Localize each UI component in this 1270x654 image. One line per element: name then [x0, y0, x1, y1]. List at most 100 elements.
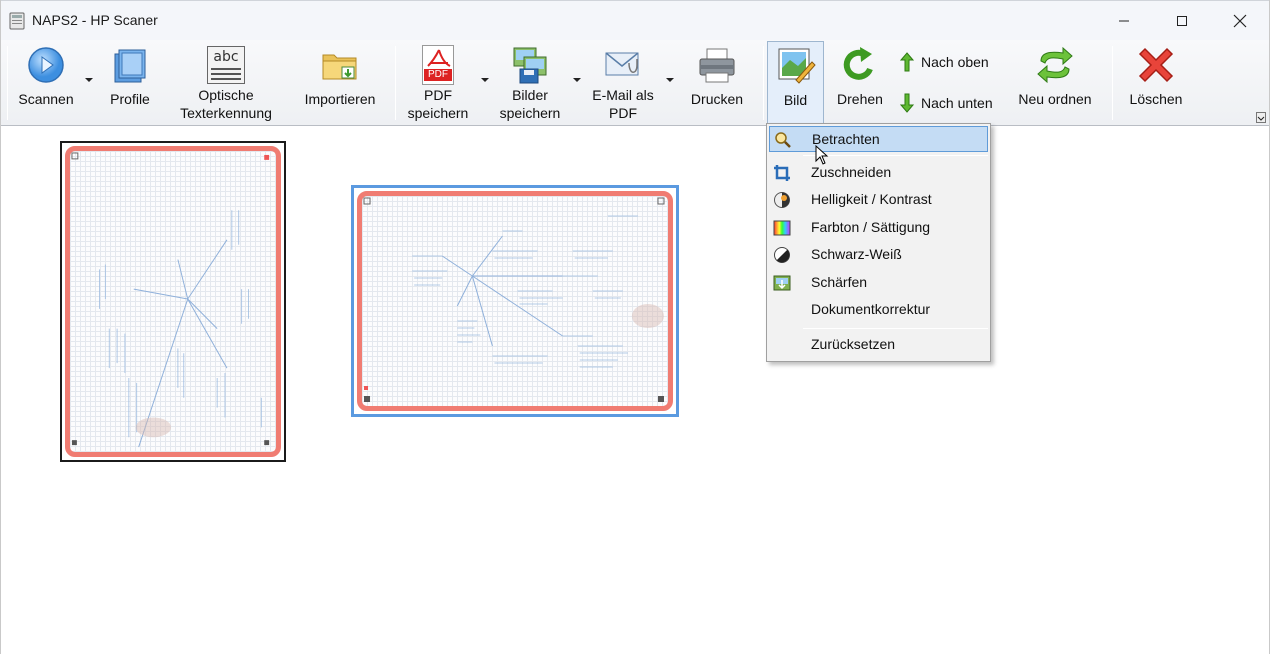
image-label: Bild — [783, 92, 808, 108]
rotate-icon — [843, 47, 873, 80]
window-title: NAPS2 - HP Scaner — [32, 12, 158, 28]
image-dropdown-menu: Betrachten Zuschneiden Helligkeit / Kont… — [766, 123, 991, 362]
email-pdf-label-line1: E-Mail als — [592, 87, 654, 103]
menu-item-sharpen[interactable]: Schärfen — [769, 270, 988, 296]
pdf-icon-text: PDF — [424, 69, 452, 81]
menu-item-view[interactable]: Betrachten — [769, 126, 988, 152]
toolbar-grip — [7, 46, 8, 120]
image-menu-button[interactable]: Bild — [767, 41, 824, 125]
close-button[interactable] — [1211, 1, 1269, 41]
profiles-icon — [114, 49, 146, 83]
menu-item-brightness-contrast[interactable]: Helligkeit / Kontrast — [769, 187, 988, 213]
app-window: NAPS2 - HP Scaner Scannen Profile abc Op… — [0, 0, 1270, 654]
magnifier-icon — [775, 132, 791, 148]
menu-item-document-correction[interactable]: Dokumentkorrektur — [769, 297, 988, 323]
save-images-label-line2: speichern — [499, 105, 561, 121]
ocr-icon: abc — [207, 46, 245, 84]
print-button[interactable]: Drucken — [684, 40, 750, 126]
page-thumbnail-area[interactable] — [1, 127, 1269, 654]
brightness-contrast-icon — [774, 192, 790, 208]
save-pdf-label-line2: speichern — [407, 105, 469, 121]
ocr-button[interactable]: abc Optische Texterkennung — [171, 40, 281, 126]
hue-saturation-icon — [773, 220, 791, 236]
sharpen-icon — [773, 275, 791, 291]
save-pdf-label-line1: PDF — [424, 87, 452, 103]
toolbar-separator — [395, 46, 396, 120]
ocr-icon-text: abc — [213, 49, 239, 65]
move-down-label: Nach unten — [921, 95, 993, 111]
save-images-icon — [513, 47, 547, 84]
menu-item-label: Schwarz-Weiß — [811, 246, 902, 262]
toolbar-overflow-button[interactable] — [1256, 112, 1266, 123]
menu-separator — [803, 328, 988, 329]
menu-item-label: Schärfen — [811, 274, 868, 290]
menu-item-crop[interactable]: Zuschneiden — [769, 160, 988, 186]
import-label: Importieren — [304, 91, 376, 107]
menu-item-label: Farbton / Sättigung — [811, 219, 931, 235]
delete-label: Löschen — [1129, 91, 1183, 107]
move-up-button[interactable]: Nach oben — [899, 51, 989, 73]
arrow-down-icon — [899, 93, 915, 113]
rotate-button[interactable]: Drehen — [831, 40, 889, 126]
crop-icon — [774, 165, 790, 181]
menu-item-reset[interactable]: Zurücksetzen — [769, 332, 988, 358]
mind-map-drawing — [71, 152, 270, 448]
mouse-cursor-icon — [815, 145, 829, 165]
save-images-button[interactable]: Bilder speichern — [494, 40, 566, 126]
toolbar-separator — [763, 46, 764, 120]
save-pdf-button[interactable]: PDF PDF speichern — [401, 40, 475, 126]
scan-button[interactable]: Scannen — [13, 40, 79, 126]
save-images-dropdown-arrow[interactable] — [573, 78, 581, 82]
import-button[interactable]: Importieren — [296, 40, 384, 126]
folder-import-icon — [322, 54, 357, 80]
menu-item-label: Dokumentkorrektur — [811, 301, 931, 317]
menu-item-hue-saturation[interactable]: Farbton / Sättigung — [769, 215, 988, 241]
title-bar: NAPS2 - HP Scaner — [1, 0, 1269, 40]
rotate-label: Drehen — [837, 91, 883, 107]
move-up-label: Nach oben — [921, 54, 989, 70]
email-pdf-label-line2: PDF — [609, 105, 637, 121]
close-icon — [1233, 14, 1247, 28]
maximize-icon — [1177, 16, 1187, 26]
menu-item-label: Zurücksetzen — [811, 336, 896, 352]
page-thumbnail-selected[interactable] — [351, 185, 679, 417]
menu-item-label: Zuschneiden — [811, 164, 892, 180]
chevron-down-icon — [1257, 116, 1265, 121]
minimize-icon — [1119, 20, 1129, 22]
toolbar: Scannen Profile abc Optische Texterkennu… — [1, 40, 1269, 126]
printer-icon — [699, 48, 735, 83]
scanned-page-image — [65, 146, 281, 457]
image-edit-icon — [778, 48, 816, 84]
move-down-button[interactable]: Nach unten — [899, 92, 993, 114]
reorder-label: Neu ordnen — [1018, 91, 1092, 107]
pdf-icon: PDF — [422, 45, 454, 85]
menu-item-black-white[interactable]: Schwarz-Weiß — [769, 242, 988, 268]
delete-button[interactable]: Löschen — [1121, 40, 1191, 126]
email-pdf-button[interactable]: E-Mail als PDF — [585, 40, 661, 126]
maximize-button[interactable] — [1153, 1, 1211, 41]
scan-play-icon — [28, 47, 64, 83]
minimize-button[interactable] — [1095, 1, 1153, 41]
arrow-up-icon — [899, 52, 915, 72]
scanned-page-image — [357, 191, 673, 411]
black-white-icon — [774, 247, 790, 263]
menu-separator — [803, 155, 988, 156]
save-images-label-line1: Bilder — [512, 87, 548, 103]
scanner-app-icon — [9, 12, 25, 30]
profiles-button[interactable]: Profile — [100, 40, 160, 126]
save-pdf-dropdown-arrow[interactable] — [481, 78, 489, 82]
menu-item-label: Helligkeit / Kontrast — [811, 191, 932, 207]
scan-dropdown-arrow[interactable] — [85, 78, 93, 82]
delete-x-icon — [1138, 47, 1174, 83]
mind-map-drawing — [363, 197, 665, 402]
toolbar-separator — [1112, 46, 1113, 120]
ocr-label-line1: Optische — [198, 87, 254, 103]
email-pdf-dropdown-arrow[interactable] — [666, 78, 674, 82]
reorder-icon — [1037, 46, 1073, 84]
print-label: Drucken — [690, 91, 744, 107]
profiles-label: Profile — [110, 91, 150, 107]
scan-label: Scannen — [18, 91, 74, 107]
reorder-button[interactable]: Neu ordnen — [1011, 40, 1099, 126]
email-icon — [605, 52, 639, 76]
page-thumbnail[interactable] — [60, 141, 286, 462]
